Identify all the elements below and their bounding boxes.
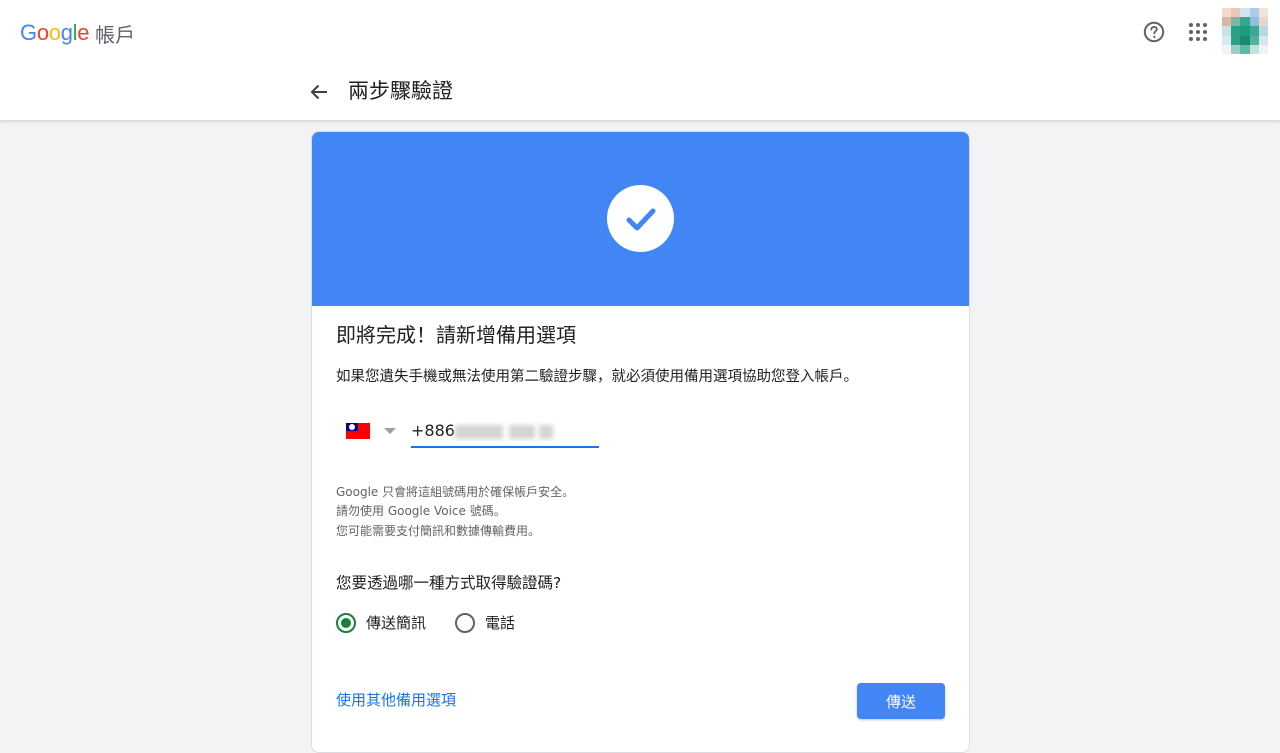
google-logo: Google (20, 20, 90, 45)
card-heading: 即將完成！請新增備用選項 (336, 323, 576, 347)
check-circle-icon (607, 185, 674, 252)
avatar-pixel (1240, 8, 1250, 18)
send-button[interactable]: 傳送 (857, 683, 945, 719)
backup-option-card: 即將完成！請新增備用選項 如果您遺失手機或無法使用第二驗證步驟，就必須使用備用選… (311, 131, 970, 753)
avatar-pixel (1222, 8, 1232, 18)
avatar-pixel (1222, 26, 1232, 36)
avatar-pixel (1249, 44, 1259, 54)
country-selector[interactable] (346, 420, 396, 442)
top-bar: Google 帳戶 兩步驟驗證 (0, 0, 1280, 121)
avatar-pixel (1222, 35, 1232, 45)
other-backup-options-link[interactable]: 使用其他備用選項 (336, 689, 456, 710)
avatar-pixel (1231, 35, 1241, 45)
help-icon[interactable] (1142, 20, 1166, 44)
security-note: Google 只會將這組號碼用於確保帳戶安全。 (336, 485, 575, 499)
avatar-pixel (1258, 44, 1268, 54)
phone-number-input[interactable]: +886 (411, 419, 599, 448)
apps-grid-icon[interactable] (1186, 20, 1210, 44)
redacted-digits (455, 425, 503, 439)
charges-note: 您可能需要支付簡訊和數據傳輸費用。 (336, 524, 541, 538)
avatar-pixel (1231, 44, 1241, 54)
avatar-pixel (1240, 44, 1250, 54)
voice-note: 請勿使用 Google Voice 號碼。 (336, 504, 506, 518)
redacted-digits (509, 425, 535, 439)
radio-sms[interactable]: 傳送簡訊 (336, 612, 426, 633)
avatar-pixel (1249, 35, 1259, 45)
avatar-pixel (1222, 44, 1232, 54)
radio-sms-indicator[interactable] (336, 612, 356, 633)
avatar-pixel (1231, 17, 1241, 27)
arrow-back-icon[interactable] (307, 80, 331, 104)
avatar-pixel (1258, 17, 1268, 27)
avatar-pixel (1258, 35, 1268, 45)
radio-call-indicator[interactable] (455, 612, 475, 633)
phone-prefix: +886 (411, 421, 455, 440)
avatar-pixel (1240, 35, 1250, 45)
avatar-pixel (1258, 8, 1268, 18)
avatar-pixel (1258, 26, 1268, 36)
avatar-pixel (1240, 17, 1250, 27)
radio-call-label[interactable]: 電話 (485, 612, 515, 633)
radio-sms-label[interactable]: 傳送簡訊 (366, 612, 426, 633)
avatar-pixel (1231, 26, 1241, 36)
avatar-pixel (1249, 17, 1259, 27)
dropdown-arrow-icon (384, 428, 396, 434)
avatar-pixel (1231, 8, 1241, 18)
google-account-logo[interactable]: Google 帳戶 (20, 18, 135, 48)
avatar-pixel (1249, 8, 1259, 18)
page-title: 兩步驟驗證 (348, 79, 453, 103)
avatar-pixel (1240, 26, 1250, 36)
product-name: 帳戶 (95, 22, 136, 47)
avatar[interactable] (1222, 8, 1268, 54)
success-banner (312, 132, 969, 306)
card-description: 如果您遺失手機或無法使用第二驗證步驟，就必須使用備用選項協助您登入帳戶。 (336, 369, 858, 385)
taiwan-flag-icon (346, 423, 370, 439)
avatar-pixel (1249, 26, 1259, 36)
radio-call[interactable]: 電話 (455, 612, 515, 633)
redacted-digits (539, 425, 553, 439)
method-question: 您要透過哪一種方式取得驗證碼? (336, 574, 562, 592)
avatar-pixel (1222, 17, 1232, 27)
